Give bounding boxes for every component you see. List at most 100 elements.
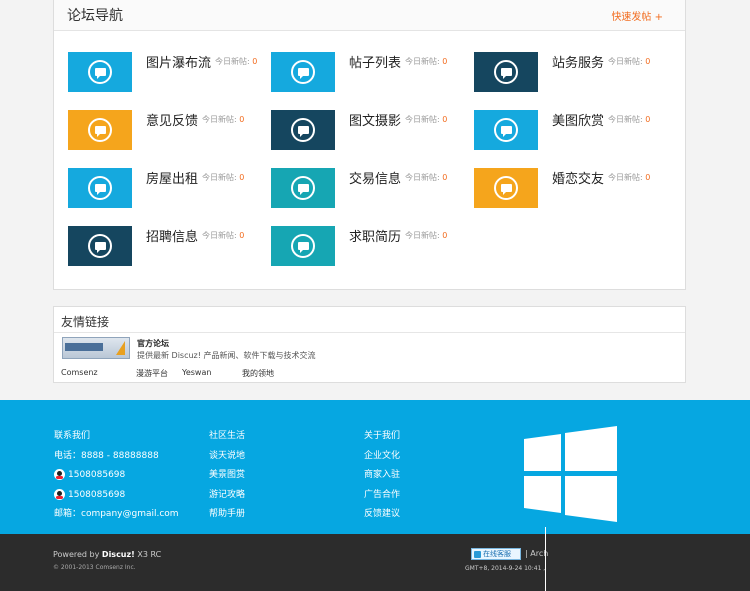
forum-today-posts: 今日新帖: 0: [405, 114, 447, 125]
forum-today-posts: 今日新帖: 0: [215, 56, 257, 67]
footer-about-heading: 关于我们: [364, 431, 401, 441]
forum-nav-panel: 论坛导航 快速发帖 + 图片瀑布流 今日新帖: 0 帖子列表 今日新帖: 0 站务服务今…: [53, 0, 686, 290]
forum-today-posts: 今日新帖: 0: [202, 172, 244, 183]
forum-item[interactable]: 美图欣赏 今日新帖: 0: [474, 110, 669, 156]
official-forum-desc: 提供最新 Discuz! 产品新闻、软件下载与技术交流: [137, 351, 316, 360]
discuz-logo-accent: [116, 341, 125, 355]
forum-name[interactable]: 招聘信息: [146, 226, 198, 245]
forum-item[interactable]: 招聘信息 今日新帖: 0: [68, 226, 263, 272]
today-label: 今日新帖:: [608, 57, 643, 66]
forum-today-posts: 今日新帖: 0: [405, 230, 447, 241]
forum-name[interactable]: 帖子列表: [349, 52, 401, 71]
today-label: 今日新帖:: [608, 173, 643, 182]
friend-link-yeswan[interactable]: Yeswan: [182, 368, 211, 377]
online-service-button[interactable]: 在线客服: [471, 548, 521, 560]
forum-item[interactable]: 求职简历 今日新帖: 0: [271, 226, 466, 272]
chat-bubble-icon: [494, 60, 518, 84]
windows-logo-icon: [524, 426, 617, 522]
quick-post-link[interactable]: 快速发帖 +: [611, 8, 663, 23]
chat-bubble-icon: [88, 234, 112, 258]
forum-name[interactable]: 婚恋交友: [552, 168, 604, 187]
friend-link-lingdi[interactable]: 我的领地: [242, 368, 274, 379]
forum-tile[interactable]: [68, 110, 132, 150]
chat-bubble-shape: [94, 68, 106, 79]
footer-qq-2[interactable]: 1508085698: [54, 488, 179, 509]
powered-brand-link[interactable]: Discuz!: [102, 550, 135, 559]
forum-name[interactable]: 求职简历: [349, 226, 401, 245]
footer-community-heading: 社区生活: [209, 431, 246, 441]
forum-today-posts: 今日新帖: 0: [405, 172, 447, 183]
discuz-logo[interactable]: [62, 337, 130, 359]
footer-link-help[interactable]: 帮助手册: [209, 508, 245, 528]
forum-tile[interactable]: [271, 168, 335, 208]
footer-link-culture[interactable]: 企业文化: [364, 450, 400, 470]
forum-today-posts: 今日新帖: 0: [608, 56, 650, 67]
chat-bubble-icon: [494, 176, 518, 200]
forum-tile[interactable]: [271, 52, 335, 92]
forum-item[interactable]: 婚恋交友 今日新帖: 0: [474, 168, 669, 214]
today-label: 今日新帖:: [608, 115, 643, 124]
friend-links-title: 友情链接: [61, 315, 110, 329]
forum-tile[interactable]: [271, 226, 335, 266]
chat-bubble-shape: [94, 184, 106, 195]
forum-item[interactable]: 图片瀑布流 今日新帖: 0: [68, 52, 263, 98]
qq-icon: [54, 488, 65, 500]
today-label: 今日新帖:: [405, 115, 440, 124]
footer-phone: 电话：8888 - 88888888: [54, 450, 159, 461]
forum-item[interactable]: 图文摄影 今日新帖: 0: [271, 110, 466, 156]
friend-link-manyou[interactable]: 漫游平台: [136, 368, 168, 379]
today-label: 今日新帖:: [215, 57, 250, 66]
forum-item[interactable]: 站务服务 今日新帖: 0: [474, 52, 669, 98]
footer-link-scenery[interactable]: 美景图赏: [209, 469, 245, 489]
forum-tile[interactable]: [68, 168, 132, 208]
today-count: 0: [645, 57, 651, 66]
friend-link-comsenz[interactable]: Comsenz: [61, 368, 98, 377]
forum-item[interactable]: 房屋出租 今日新帖: 0: [68, 168, 263, 214]
official-forum-link[interactable]: 官方论坛: [137, 338, 169, 349]
chat-bubble-shape: [297, 184, 309, 195]
footer-blue: 联系我们 电话：8888 - 88888888 1508085698 15080…: [0, 400, 750, 534]
footer-link-travel[interactable]: 游记攻略: [209, 489, 245, 509]
today-count: 0: [239, 115, 245, 124]
qq-icon: [54, 469, 65, 480]
forum-name[interactable]: 站务服务: [552, 52, 604, 71]
footer-link-ads[interactable]: 广告合作: [364, 489, 400, 509]
footer-link-merchants[interactable]: 商家入驻: [364, 469, 400, 489]
footer-qq-1[interactable]: 1508085698: [54, 469, 179, 489]
forum-today-posts: 今日新帖: 0: [608, 114, 650, 125]
forum-today-posts: 今日新帖: 0: [202, 114, 244, 125]
footer-dark: Powered by Discuz! X3 RC © 2001-2013 Com…: [0, 534, 750, 591]
forum-name[interactable]: 图文摄影: [349, 110, 401, 129]
today-count: 0: [645, 115, 651, 124]
forum-tile[interactable]: [271, 110, 335, 150]
today-count: 0: [442, 231, 448, 240]
today-label: 今日新帖:: [405, 173, 440, 182]
forum-name[interactable]: 交易信息: [349, 168, 401, 187]
chat-bubble-icon: [291, 234, 315, 258]
forum-name[interactable]: 美图欣赏: [552, 110, 604, 129]
forum-tile[interactable]: [474, 52, 538, 92]
chat-bubble-shape: [297, 126, 309, 137]
today-count: 0: [252, 57, 258, 66]
chat-bubble-icon: [291, 60, 315, 84]
forum-item[interactable]: 帖子列表 今日新帖: 0: [271, 52, 466, 98]
forum-tile[interactable]: [474, 110, 538, 150]
forum-item[interactable]: 意见反馈 今日新帖: 0: [68, 110, 263, 156]
forum-tile[interactable]: [68, 52, 132, 92]
forum-name[interactable]: 图片瀑布流: [146, 52, 211, 71]
footer-link-chat[interactable]: 谈天说地: [209, 450, 245, 470]
footer-link-feedback[interactable]: 反馈建议: [364, 508, 400, 528]
chat-bubble-icon: [88, 60, 112, 84]
today-label: 今日新帖:: [202, 115, 237, 124]
footer-contact-column: 联系我们 电话：8888 - 88888888 1508085698 15080…: [54, 430, 179, 528]
forum-tile[interactable]: [474, 168, 538, 208]
forum-item[interactable]: 交易信息 今日新帖: 0: [271, 168, 466, 214]
today-label: 今日新帖:: [202, 173, 237, 182]
chat-bubble-shape: [297, 68, 309, 79]
today-label: 今日新帖:: [405, 231, 440, 240]
powered-version: X3 RC: [137, 550, 162, 559]
discuz-logo-mark: [65, 343, 103, 351]
forum-name[interactable]: 意见反馈: [146, 110, 198, 129]
forum-name[interactable]: 房屋出租: [146, 168, 198, 187]
forum-tile[interactable]: [68, 226, 132, 266]
